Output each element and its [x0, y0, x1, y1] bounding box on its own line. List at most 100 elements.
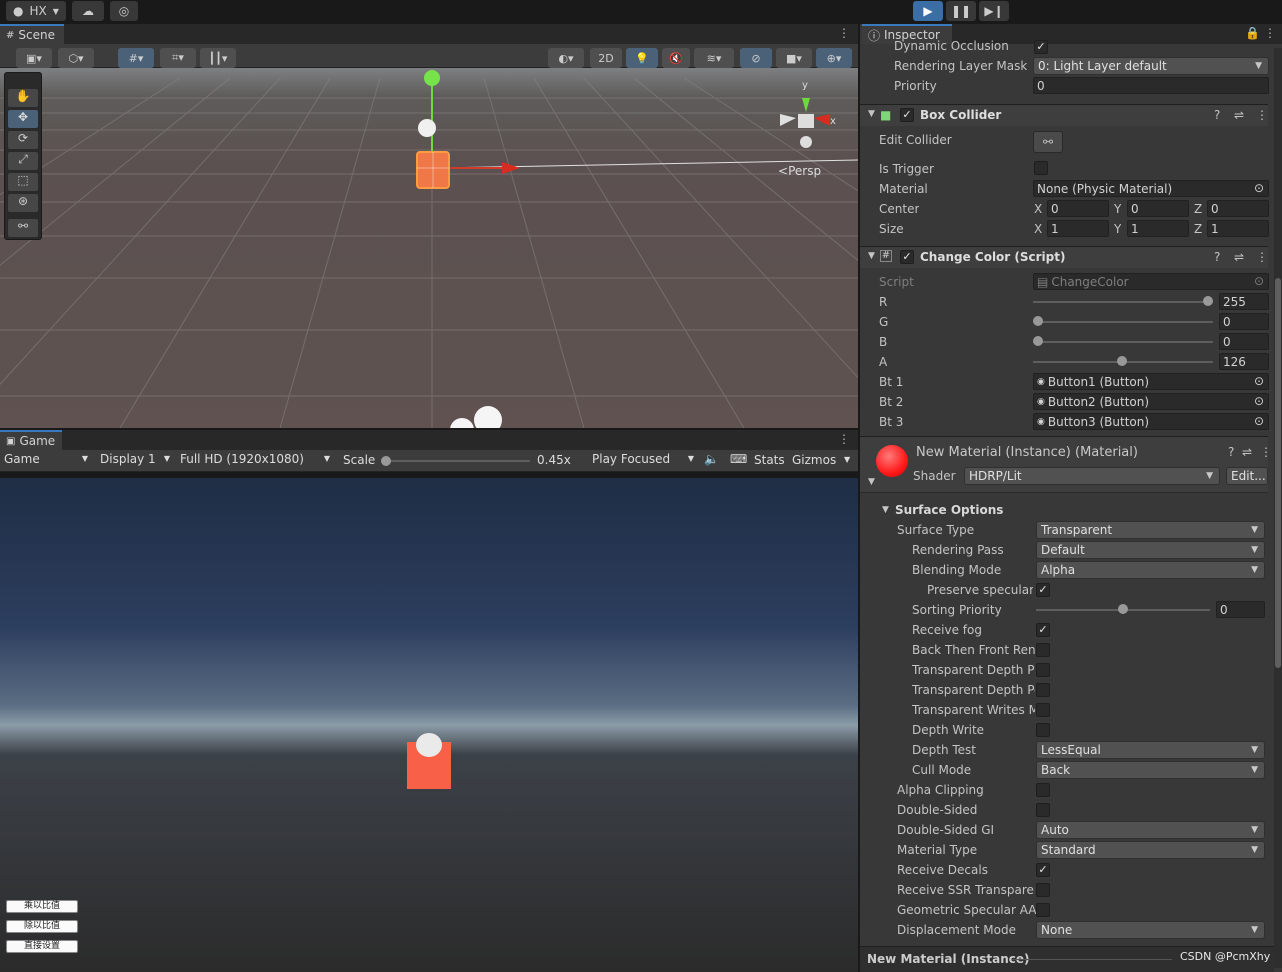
sorting-priority-knob[interactable]: [1118, 604, 1128, 614]
receive-fog-checkbox[interactable]: ✓: [1036, 623, 1050, 637]
receive-decals-checkbox[interactable]: ✓: [1036, 863, 1050, 877]
change-color-header[interactable]: ▼ # ✓ Change Color (Script) ? ⇌ ⋮: [860, 246, 1268, 268]
g-field[interactable]: 0: [1219, 313, 1269, 330]
custom-tool[interactable]: ⚯: [8, 219, 38, 237]
object-picker-icon[interactable]: ⊙: [1254, 374, 1264, 388]
effects-button[interactable]: ≋▾: [694, 48, 734, 68]
help-icon[interactable]: ?: [1214, 108, 1220, 122]
draw-mode-button[interactable]: ▣▾: [16, 48, 52, 68]
gizmos-button[interactable]: Gizmos: [792, 453, 836, 467]
gizmos-scene-button[interactable]: ⊕▾: [816, 48, 852, 68]
foldout-arrow-icon[interactable]: ▼: [868, 109, 875, 119]
help-icon[interactable]: ?: [1214, 250, 1220, 264]
scale-slider[interactable]: [384, 460, 530, 462]
priority-field[interactable]: 0: [1033, 77, 1269, 94]
rendering-pass-dropdown[interactable]: Default ▼: [1036, 541, 1265, 559]
speaker-icon[interactable]: 🔈: [704, 452, 719, 466]
size-z-field[interactable]: 1: [1207, 220, 1269, 237]
center-y-field[interactable]: 0: [1127, 200, 1189, 217]
step-button[interactable]: ▶❙: [979, 1, 1009, 21]
context-menu-icon[interactable]: ⋮: [1256, 250, 1268, 264]
camera-button[interactable]: ■▾: [776, 48, 812, 68]
scale-tool[interactable]: ⤢: [8, 152, 38, 170]
size-y-field[interactable]: 1: [1127, 220, 1189, 237]
depth-test-dropdown[interactable]: LessEqual ▼: [1036, 741, 1265, 759]
ruler-button[interactable]: ┃┃▾: [200, 48, 236, 68]
pause-button[interactable]: ❚❚: [946, 1, 976, 21]
shader-dropdown[interactable]: HDRP/Lit ▼: [964, 467, 1220, 485]
bt2-field[interactable]: ◉ Button2 (Button) ⊙: [1033, 393, 1269, 410]
account-dropdown[interactable]: ● HX ▼: [6, 1, 66, 21]
hand-tool[interactable]: ✋: [8, 89, 38, 107]
scene-view[interactable]: ✋ ✥ ⟳ ⤢ ⬚ ⊛ ⚯ y x <Persp: [0, 68, 858, 428]
physic-material-field[interactable]: None (Physic Material) ⊙: [1033, 180, 1269, 197]
depth-write-checkbox[interactable]: [1036, 723, 1050, 737]
shading-button[interactable]: ⬡▾: [58, 48, 94, 68]
center-x-field[interactable]: 0: [1047, 200, 1109, 217]
surface-type-dropdown[interactable]: Transparent ▼: [1036, 521, 1265, 539]
persp-label[interactable]: <Persp: [778, 164, 821, 178]
is-trigger-checkbox[interactable]: [1034, 161, 1048, 175]
sorting-priority-field[interactable]: 0: [1216, 601, 1265, 618]
light-toggle-button[interactable]: 💡: [626, 48, 658, 68]
rotate-tool[interactable]: ⟳: [8, 131, 38, 149]
blending-mode-dropdown[interactable]: Alpha ▼: [1036, 561, 1265, 579]
r-field[interactable]: 255: [1219, 293, 1269, 310]
b-slider-knob[interactable]: [1033, 336, 1043, 346]
size-x-field[interactable]: 1: [1047, 220, 1109, 237]
b-slider[interactable]: [1033, 341, 1213, 343]
double-sided-gi-dropdown[interactable]: Auto ▼: [1036, 821, 1265, 839]
rect-tool[interactable]: ⬚: [8, 173, 38, 191]
r-slider-knob[interactable]: [1203, 296, 1213, 306]
dynamic-occlusion-checkbox[interactable]: ✓: [1034, 40, 1048, 54]
inspector-scrollbar-thumb[interactable]: [1275, 278, 1281, 668]
orientation-gizmo[interactable]: y x: [766, 68, 846, 158]
divide-ratio-button[interactable]: 除以比值: [6, 920, 78, 933]
chevron-down-icon[interactable]: ▼: [844, 455, 850, 464]
context-menu-icon[interactable]: ⋮: [1260, 445, 1272, 459]
more-menu-icon[interactable]: ⋮: [1264, 26, 1276, 40]
preset-icon[interactable]: ⇌: [1234, 108, 1244, 122]
g-slider[interactable]: [1033, 321, 1213, 323]
keyboard-icon[interactable]: ⌨: [730, 452, 747, 466]
b-field[interactable]: 0: [1219, 333, 1269, 350]
increment-snap-button[interactable]: ⌗▾: [160, 48, 196, 68]
cull-mode-dropdown[interactable]: Back ▼: [1036, 761, 1265, 779]
material-type-dropdown[interactable]: Standard ▼: [1036, 841, 1265, 859]
object-picker-icon[interactable]: ⊙: [1254, 394, 1264, 408]
view-select[interactable]: Game ▼: [4, 452, 88, 470]
grid-snap-button[interactable]: #▾: [118, 48, 154, 68]
visibility-button[interactable]: ⊘: [740, 48, 772, 68]
bt3-field[interactable]: ◉ Button3 (Button) ⊙: [1033, 413, 1269, 430]
shader-edit-button[interactable]: Edit...: [1226, 467, 1268, 485]
move-tool[interactable]: ✥: [8, 110, 38, 128]
context-menu-icon[interactable]: ⋮: [1256, 108, 1268, 122]
displacement-mode-dropdown[interactable]: None ▼: [1036, 921, 1265, 939]
stats-button[interactable]: Stats: [754, 453, 785, 467]
back-then-front-checkbox[interactable]: [1036, 643, 1050, 657]
tab-scene[interactable]: # Scene: [0, 24, 64, 44]
geometric-specular-aa-checkbox[interactable]: [1036, 903, 1050, 917]
direct-set-button[interactable]: 直接设置: [6, 940, 78, 953]
alpha-clipping-checkbox[interactable]: [1036, 783, 1050, 797]
help-icon[interactable]: ?: [1228, 445, 1234, 459]
resolution-select[interactable]: Full HD (1920x1080) ▼: [180, 452, 330, 470]
more-menu-icon[interactable]: ⋮: [838, 26, 850, 40]
tab-game[interactable]: ▣ Game: [0, 430, 62, 450]
material-header[interactable]: ▼ New Material (Instance) (Material) ? ⇌…: [860, 436, 1272, 492]
g-slider-knob[interactable]: [1033, 316, 1043, 326]
preserve-specular-checkbox[interactable]: ✓: [1036, 583, 1050, 597]
foldout-arrow-icon[interactable]: ▼: [868, 251, 875, 261]
lighting-button[interactable]: ◐▾: [548, 48, 584, 68]
transform-tool[interactable]: ⊛: [8, 194, 38, 212]
cloud-button[interactable]: ☁: [72, 1, 104, 21]
play-button[interactable]: ▶: [913, 1, 943, 21]
scale-slider-knob[interactable]: [381, 456, 391, 466]
play-mode-select[interactable]: Play Focused ▼: [592, 452, 694, 470]
box-collider-header[interactable]: ▼ ■ ✓ Box Collider ? ⇌ ⋮: [860, 104, 1268, 126]
receive-ssr-checkbox[interactable]: [1036, 883, 1050, 897]
foldout-arrow-icon[interactable]: ▼: [882, 505, 889, 515]
change-color-enabled-checkbox[interactable]: ✓: [900, 250, 914, 264]
transparent-writes-checkbox[interactable]: [1036, 703, 1050, 717]
game-view[interactable]: 乘以比值 除以比值 直接设置: [0, 478, 858, 972]
